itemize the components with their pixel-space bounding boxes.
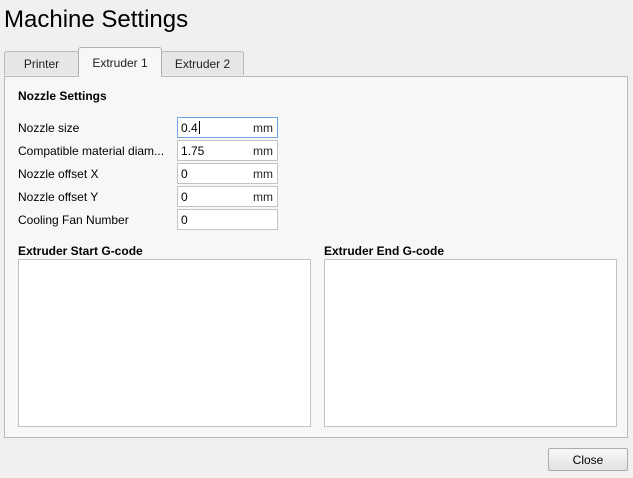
tab-printer[interactable]: Printer [4, 51, 79, 75]
cooling-fan-number-label: Cooling Fan Number [18, 213, 129, 227]
end-gcode-heading: Extruder End G-code [324, 244, 445, 258]
cooling-fan-number-field[interactable]: 0 [177, 209, 278, 230]
tab-extruder-1[interactable]: Extruder 1 [78, 47, 162, 77]
tab-extruder-2[interactable]: Extruder 2 [161, 51, 244, 75]
start-gcode-heading: Extruder Start G-code [18, 244, 143, 258]
nozzle-settings-heading: Nozzle Settings [18, 89, 107, 103]
material-diameter-field[interactable]: 1.75 mm [177, 140, 278, 161]
nozzle-offset-x-unit: mm [253, 167, 273, 181]
machine-settings-dialog: Machine Settings Printer Extruder 1 Extr… [0, 0, 633, 478]
nozzle-offset-y-label: Nozzle offset Y [18, 190, 99, 204]
nozzle-offset-y-value: 0 [181, 190, 188, 204]
nozzle-size-value: 0.4 [181, 121, 198, 135]
nozzle-offset-x-value: 0 [181, 167, 188, 181]
nozzle-size-unit: mm [253, 121, 273, 135]
material-diameter-value: 1.75 [181, 144, 205, 158]
nozzle-size-label: Nozzle size [18, 121, 80, 135]
nozzle-size-field[interactable]: 0.4 mm [177, 117, 278, 138]
nozzle-offset-x-label: Nozzle offset X [18, 167, 99, 181]
start-gcode-textarea[interactable] [18, 259, 311, 427]
extruder-settings-panel: Nozzle Settings Nozzle size 0.4 mm Compa… [4, 76, 628, 438]
nozzle-offset-y-field[interactable]: 0 mm [177, 186, 278, 207]
window-title: Machine Settings [4, 6, 189, 33]
material-diameter-label: Compatible material diam... [18, 144, 165, 158]
text-cursor [198, 121, 200, 134]
close-button[interactable]: Close [548, 448, 628, 471]
material-diameter-unit: mm [253, 144, 273, 158]
nozzle-offset-x-field[interactable]: 0 mm [177, 163, 278, 184]
cooling-fan-number-value: 0 [181, 213, 188, 227]
end-gcode-textarea[interactable] [324, 259, 617, 427]
nozzle-offset-y-unit: mm [253, 190, 273, 204]
